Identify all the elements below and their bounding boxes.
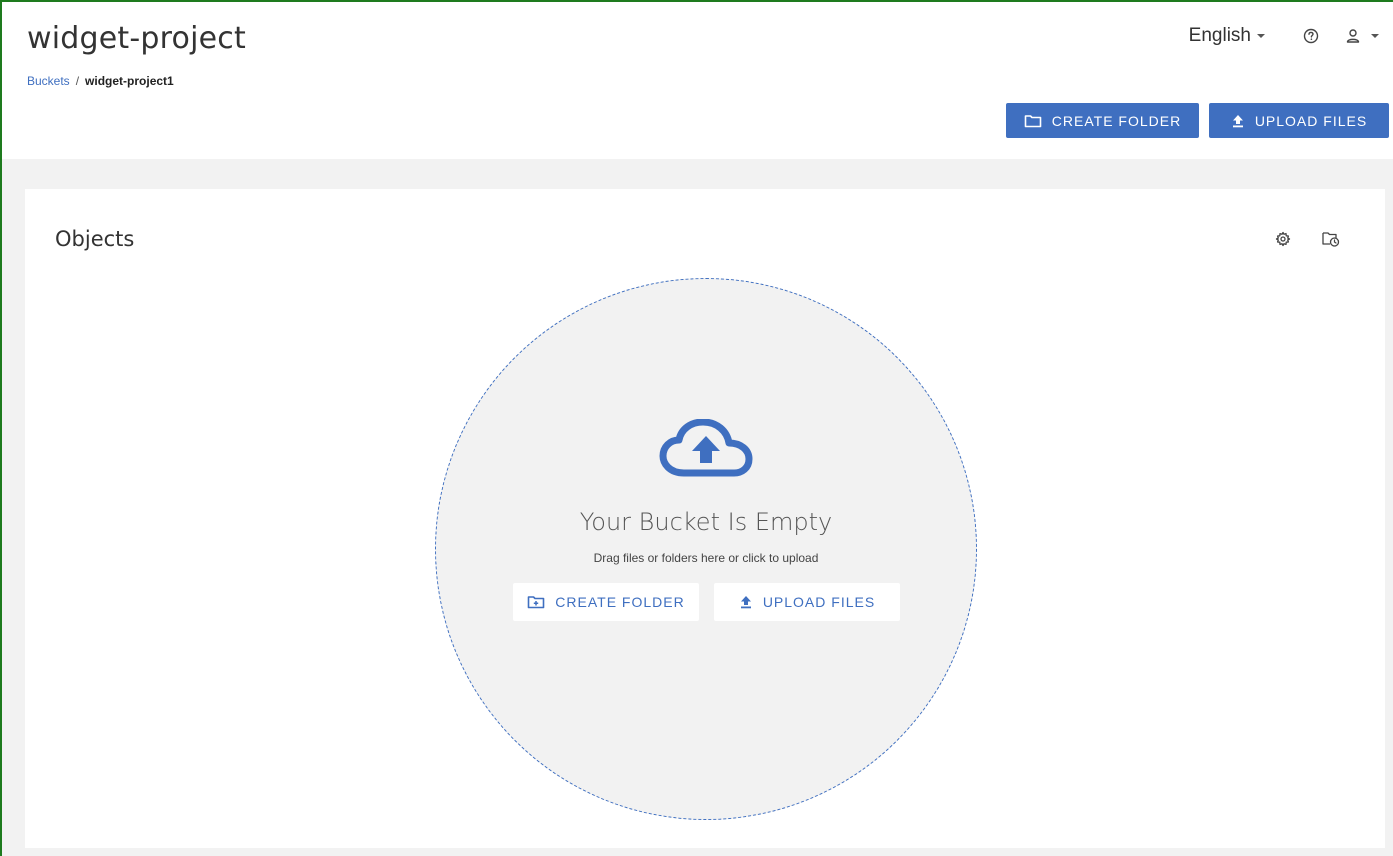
history-button[interactable] (1321, 229, 1341, 249)
breadcrumb: Buckets / widget-project1 (27, 74, 174, 88)
folder-clock-icon (1322, 232, 1340, 247)
chevron-down-icon (1371, 34, 1379, 38)
user-menu[interactable] (1345, 28, 1379, 44)
breadcrumb-buckets-link[interactable]: Buckets (27, 74, 70, 88)
upload-files-button[interactable]: UPLOAD FILES (1209, 103, 1389, 138)
page-header: widget-project Buckets / widget-project1 E… (2, 2, 1393, 159)
top-toolbar: English (1189, 24, 1379, 48)
folder-plus-icon (527, 596, 545, 609)
create-folder-label: CREATE FOLDER (1051, 112, 1182, 129)
upload-arrow-icon (1232, 114, 1243, 127)
upload-dropzone[interactable]: Your Bucket Is Empty Drag files or folde… (435, 278, 977, 820)
help-circle-icon (1303, 28, 1319, 44)
create-folder-button[interactable]: CREATE FOLDER (1006, 103, 1199, 138)
page-title: widget-project (27, 21, 246, 56)
objects-title: Objects (55, 227, 135, 251)
folder-icon (1024, 114, 1042, 127)
gear-icon (1275, 231, 1291, 247)
empty-upload-files-button[interactable]: UPLOAD FILES (714, 583, 900, 621)
help-button[interactable] (1299, 24, 1323, 48)
breadcrumb-separator: / (75, 74, 80, 88)
chevron-down-icon (1257, 34, 1265, 38)
cloud-upload-icon (659, 419, 753, 477)
settings-button[interactable] (1273, 229, 1293, 249)
upload-arrow-icon (740, 596, 751, 609)
empty-create-folder-button[interactable]: CREATE FOLDER (513, 583, 699, 621)
breadcrumb-current: widget-project1 (85, 74, 174, 88)
user-icon (1346, 29, 1360, 43)
empty-create-folder-label: CREATE FOLDER (555, 594, 685, 610)
objects-tools (1273, 229, 1341, 249)
language-selector[interactable]: English (1189, 25, 1265, 47)
upload-files-label: UPLOAD FILES (1254, 112, 1368, 129)
empty-upload-files-label: UPLOAD FILES (762, 594, 876, 610)
language-label: English (1188, 25, 1251, 46)
empty-state-title: Your Bucket Is Empty (579, 508, 833, 536)
objects-card: Objects Your Bucket Is Empty Drag files … (25, 189, 1385, 848)
empty-state-subtitle: Drag files or folders here or click to u… (593, 551, 819, 565)
